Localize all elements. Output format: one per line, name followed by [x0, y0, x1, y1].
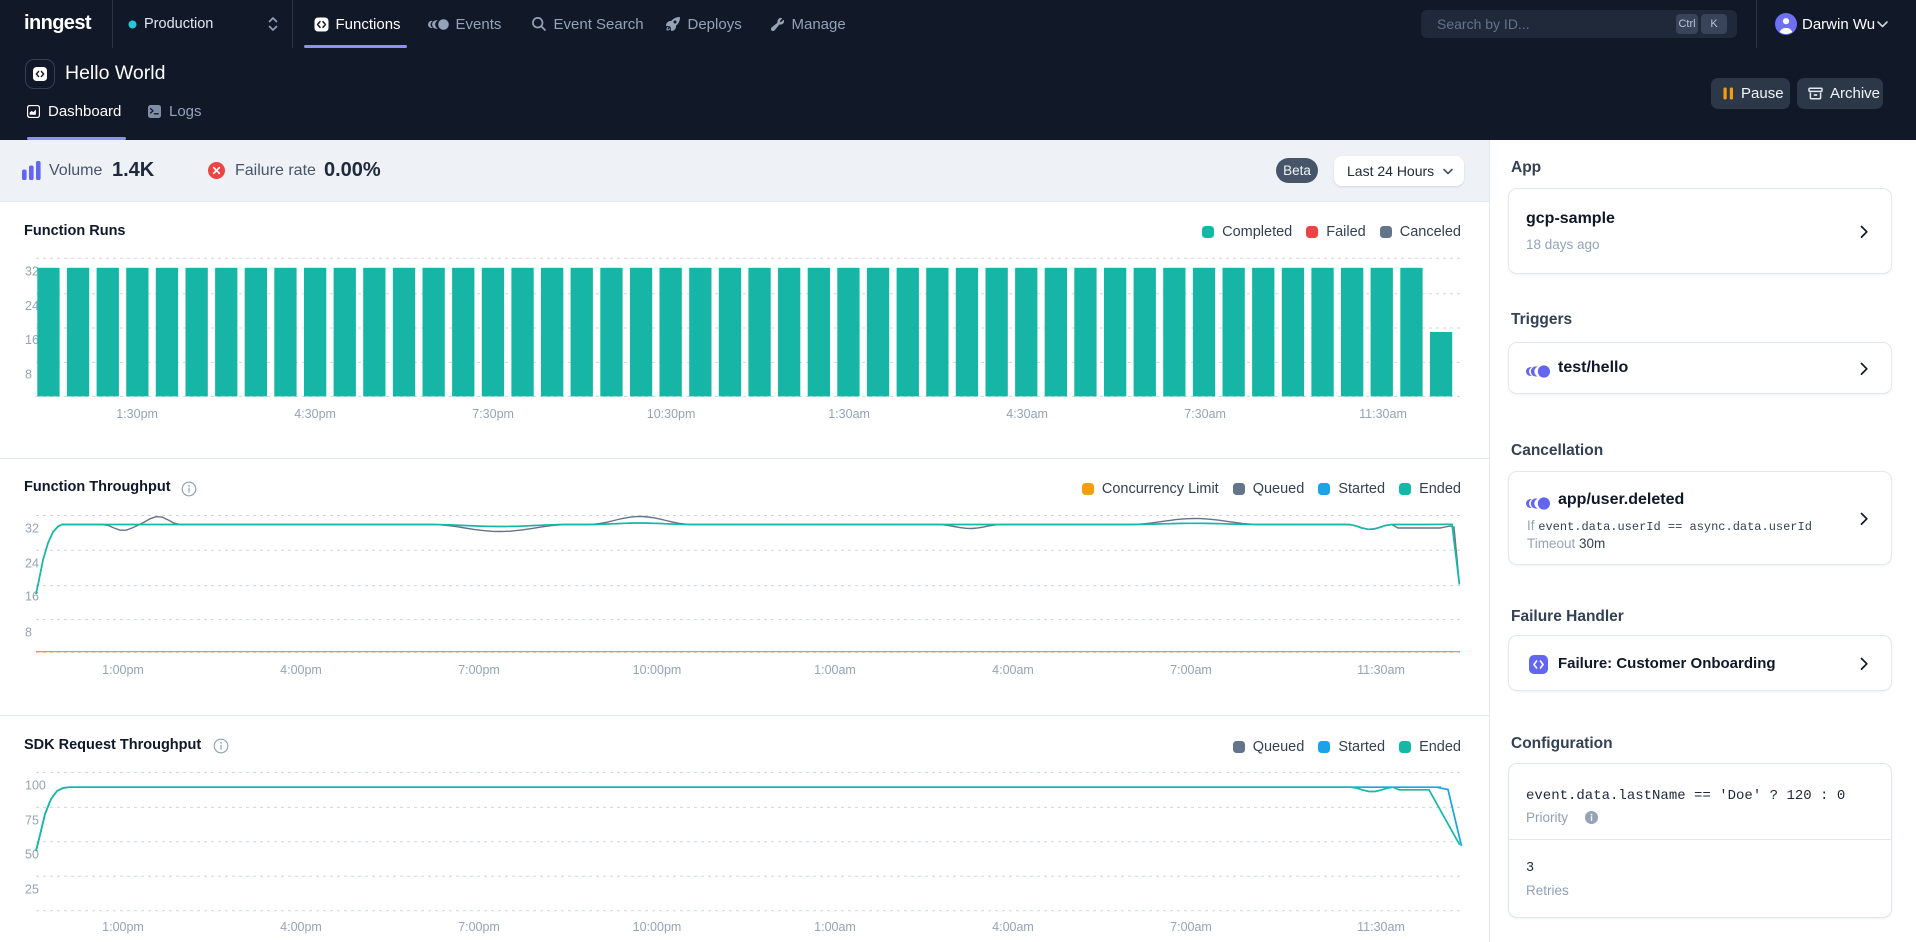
svg-text:24: 24: [25, 556, 39, 570]
svg-text:4:00pm: 4:00pm: [280, 920, 322, 934]
svg-text:10:30pm: 10:30pm: [647, 407, 696, 421]
svg-text:16: 16: [25, 333, 39, 347]
svg-text:32: 32: [25, 264, 39, 278]
svg-text:7:00pm: 7:00pm: [458, 663, 500, 677]
svg-text:1:30pm: 1:30pm: [116, 407, 158, 421]
svg-text:100: 100: [25, 779, 46, 793]
svg-text:4:30pm: 4:30pm: [294, 407, 336, 421]
svg-text:1:00pm: 1:00pm: [102, 920, 144, 934]
svg-text:24: 24: [25, 299, 39, 313]
svg-text:1:00am: 1:00am: [814, 920, 856, 934]
svg-text:25: 25: [25, 883, 39, 897]
svg-text:4:00pm: 4:00pm: [280, 663, 322, 677]
svg-text:11:30am: 11:30am: [1359, 407, 1407, 421]
svg-text:11:30am: 11:30am: [1357, 663, 1405, 677]
svg-text:7:00am: 7:00am: [1170, 663, 1212, 677]
svg-text:1:00am: 1:00am: [814, 663, 856, 677]
svg-text:32: 32: [25, 522, 39, 536]
svg-text:10:00pm: 10:00pm: [633, 920, 682, 934]
svg-text:8: 8: [25, 626, 32, 640]
svg-text:4:30am: 4:30am: [1006, 407, 1048, 421]
svg-text:4:00am: 4:00am: [992, 920, 1034, 934]
svg-text:7:30am: 7:30am: [1184, 407, 1226, 421]
svg-text:11:30am: 11:30am: [1357, 920, 1405, 934]
svg-text:1:30am: 1:30am: [828, 407, 870, 421]
svg-text:10:00pm: 10:00pm: [633, 663, 682, 677]
svg-text:4:00am: 4:00am: [992, 663, 1034, 677]
svg-text:7:00pm: 7:00pm: [458, 920, 500, 934]
svg-text:75: 75: [25, 814, 39, 828]
svg-text:1:00pm: 1:00pm: [102, 663, 144, 677]
svg-text:7:00am: 7:00am: [1170, 920, 1212, 934]
svg-text:8: 8: [25, 368, 32, 382]
svg-text:7:30pm: 7:30pm: [472, 407, 514, 421]
